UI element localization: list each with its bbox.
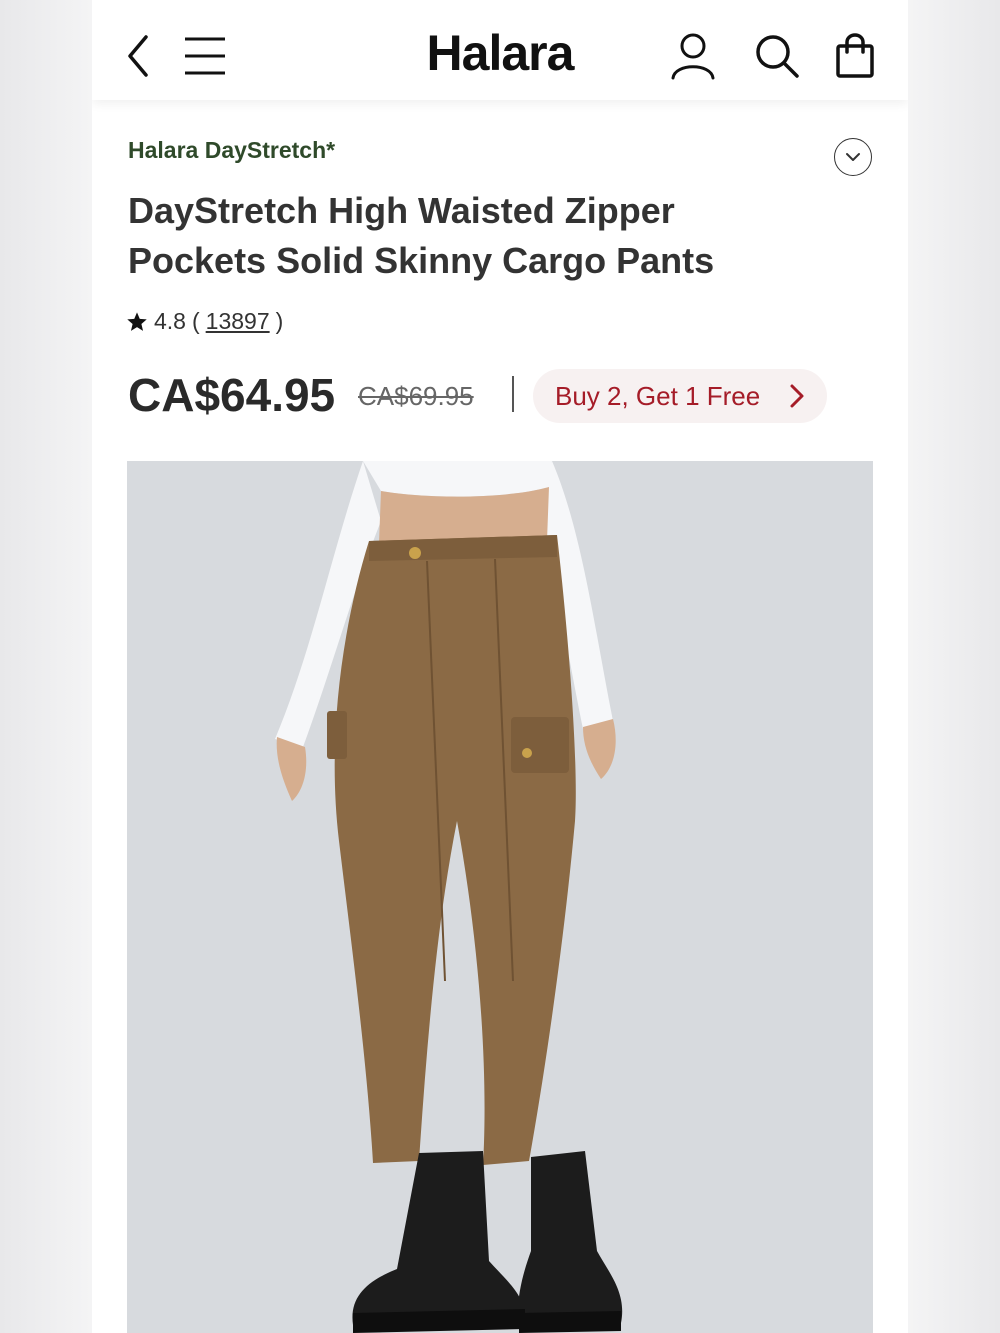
expand-details-button[interactable]	[834, 138, 872, 176]
price-divider	[512, 376, 514, 412]
left-backdrop	[0, 0, 92, 1333]
review-close-paren: )	[275, 308, 284, 334]
shopping-bag-button[interactable]	[830, 30, 880, 82]
product-page: Halara Halara DayStretch* DayStretch Hig…	[92, 0, 908, 1333]
rating-value: 4.8	[154, 308, 186, 334]
user-icon	[671, 33, 715, 80]
account-button[interactable]	[668, 30, 718, 82]
shopping-bag-icon	[836, 33, 874, 78]
top-navigation-bar: Halara	[92, 0, 908, 100]
search-icon	[756, 35, 799, 78]
search-button[interactable]	[752, 30, 802, 82]
right-backdrop	[908, 0, 1000, 1333]
review-count-link[interactable]: 13897	[206, 308, 270, 335]
product-rating: 4.8 (13897)	[126, 308, 283, 335]
chevron-right-icon	[790, 384, 804, 408]
product-title: DayStretch High Waisted Zipper Pockets S…	[128, 190, 715, 281]
promo-offer-button[interactable]: Buy 2, Get 1 Free	[533, 369, 827, 423]
product-photo-illustration	[275, 461, 623, 1333]
review-open-paren: (	[191, 308, 200, 334]
chevron-down-icon	[846, 153, 860, 161]
star-icon	[127, 311, 147, 331]
product-image[interactable]	[127, 461, 873, 1333]
product-brand[interactable]: Halara DayStretch*	[128, 137, 335, 164]
promo-label: Buy 2, Get 1 Free	[555, 380, 761, 411]
sale-price: CA$64.95	[128, 369, 336, 421]
original-price: CA$69.95	[358, 381, 474, 411]
